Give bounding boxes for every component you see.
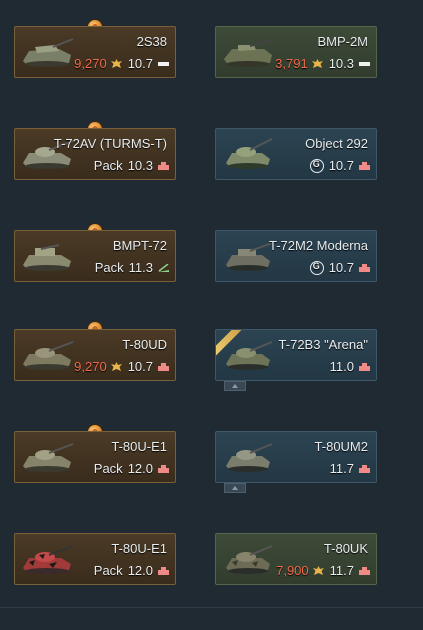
tank-rank-icon (359, 362, 370, 371)
research-icon (309, 158, 324, 173)
tank-rank-icon (158, 362, 169, 371)
vehicle-name: T-80U-E1 (111, 541, 167, 556)
battle-rating: 10.7 (127, 56, 153, 71)
vehicle-info: 9,270 10.7 (74, 56, 169, 71)
tank-thumbnail-icon (23, 443, 74, 472)
tank-thumbnail-icon (226, 443, 273, 472)
vehicle-card-object-292[interactable]: Object 292 10.7 (215, 128, 377, 180)
tank-rank-icon (359, 161, 370, 170)
vehicle-info: Pack 11.3 (95, 260, 169, 275)
battle-rating: 10.7 (328, 158, 354, 173)
battle-rating: 10.7 (328, 260, 354, 275)
battle-rating: 11.3 (128, 260, 153, 275)
vehicle-name: BMPT-72 (112, 238, 167, 253)
vehicle-card-t-80um2[interactable]: T-80UM2 11.7 (215, 431, 377, 483)
expand-tab-icon[interactable] (224, 483, 246, 493)
price: 9,270 (74, 56, 107, 71)
vehicle-info: 3,791 10.3 (275, 56, 370, 71)
vehicle-card-t-80u-e1-gift[interactable]: T-80U-E1 Pack 12.0 (14, 533, 176, 585)
vehicle-name: Object 292 (305, 136, 368, 151)
vehicle-card-bmpt-72[interactable]: BMPT-72 Pack 11.3 (14, 230, 176, 282)
golden-eagle-icon (311, 58, 323, 68)
vehicle-tree: 2S38 9,270 10.7 BMP-2M 3,791 10.3 T-72AV… (0, 0, 423, 630)
tank-thumbnail-icon (23, 244, 71, 271)
vehicle-info: 7,900 11.7 (276, 563, 370, 578)
tank-rank-icon (359, 566, 370, 575)
price: 3,791 (275, 56, 308, 71)
vehicle-info: Pack 12.0 (94, 563, 169, 578)
vehicle-name: T-80UM2 (314, 439, 368, 454)
golden-eagle-icon (312, 565, 324, 575)
pack-label: Pack (93, 158, 123, 173)
vehicle-card-t-72av[interactable]: T-72AV (TURMS-T) Pack 10.3 (14, 128, 176, 180)
tank-rank-icon (158, 464, 169, 473)
vehicle-info: 11.0 (328, 359, 370, 374)
pack-label: Pack (94, 260, 124, 275)
battle-rating: 10.3 (127, 158, 153, 173)
battle-rating: 11.7 (329, 461, 354, 476)
price: 9,270 (74, 359, 107, 374)
vehicle-card-bmp-2m[interactable]: BMP-2M 3,791 10.3 (215, 26, 377, 78)
vehicle-card-t-72m2-moderna[interactable]: T-72M2 Moderna 10.7 (215, 230, 377, 282)
research-icon (309, 260, 324, 275)
price: 7,900 (276, 563, 309, 578)
battle-rating: 11.0 (329, 359, 354, 374)
vehicle-info: 9,270 10.7 (74, 359, 169, 374)
vehicle-name: T-72M2 Moderna (269, 238, 368, 253)
battle-rating: 11.7 (329, 563, 354, 578)
battle-rating: 12.0 (127, 461, 153, 476)
tank-thumbnail-icon (226, 545, 273, 574)
battle-rating: 12.0 (127, 563, 153, 578)
vehicle-info: 10.7 (309, 158, 370, 173)
tank-thumbnail-icon (226, 242, 273, 271)
golden-eagle-icon (110, 58, 122, 68)
tank-rank-icon (158, 566, 169, 575)
bar-icon (359, 61, 370, 66)
tank-thumbnail-icon (23, 341, 74, 370)
tank-thumbnail-icon (226, 138, 273, 169)
vehicle-name: T-72AV (TURMS-T) (53, 136, 167, 151)
vehicle-card-t-80u-e1[interactable]: T-80U-E1 Pack 12.0 (14, 431, 176, 483)
tank-thumbnail-icon (23, 38, 74, 67)
vehicle-name: T-80UD (122, 337, 167, 352)
tank-rank-icon (359, 464, 370, 473)
vehicle-name: T-80UK (323, 541, 368, 556)
bar-icon (158, 61, 169, 66)
tank-rank-icon (158, 161, 169, 170)
pack-label: Pack (93, 563, 123, 578)
vehicle-info: Pack 10.3 (94, 158, 169, 173)
expand-tab-icon[interactable] (224, 381, 246, 391)
pack-label: Pack (93, 461, 123, 476)
vehicle-info: 11.7 (328, 461, 370, 476)
vehicle-info: Pack 12.0 (94, 461, 169, 476)
tank-thumbnail-icon (23, 545, 74, 574)
tank-thumbnail-icon (224, 40, 272, 67)
vehicle-name: 2S38 (136, 34, 167, 49)
vehicle-card-t-80uk[interactable]: T-80UK 7,900 11.7 (215, 533, 377, 585)
vehicle-name: BMP-2M (317, 34, 368, 49)
tank-rank-icon (359, 263, 370, 272)
golden-eagle-icon (110, 361, 122, 371)
battle-rating: 10.7 (127, 359, 153, 374)
vehicle-name: T-72B3 "Arena" (278, 337, 368, 352)
vehicle-name: T-80U-E1 (111, 439, 167, 454)
vehicle-card-t-72b3-arena[interactable]: T-72B3 "Arena" 11.0 (215, 329, 377, 381)
vehicle-card-t-80ud[interactable]: T-80UD 9,270 10.7 (14, 329, 176, 381)
battle-rating: 10.3 (328, 56, 354, 71)
tank-thumbnail-icon (226, 341, 273, 370)
vehicle-card-2s38[interactable]: 2S38 9,270 10.7 (14, 26, 176, 78)
vehicle-info: 10.7 (309, 260, 370, 275)
spaa-rank-icon (158, 263, 169, 272)
